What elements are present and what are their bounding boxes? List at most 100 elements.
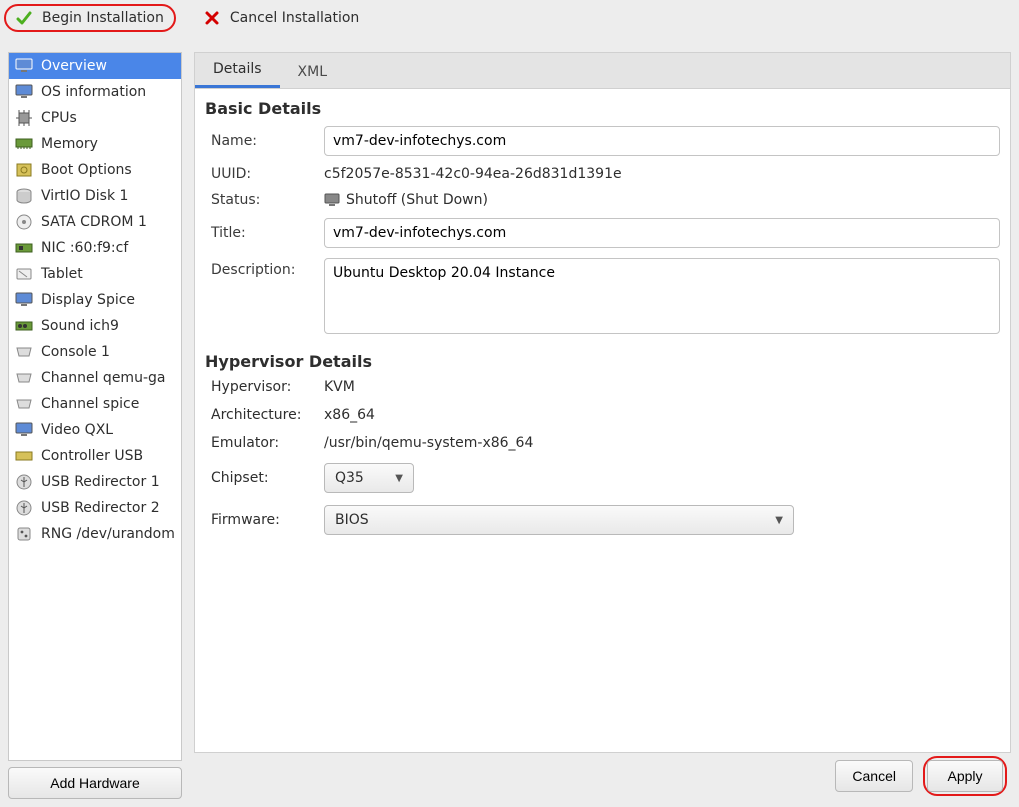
check-icon bbox=[16, 10, 32, 26]
begin-installation-label: Begin Installation bbox=[42, 10, 164, 26]
uuid-label: UUID: bbox=[211, 166, 316, 182]
usb-icon bbox=[15, 473, 33, 491]
main-panel: Details XML Basic Details Name: UUID: c5… bbox=[190, 44, 1019, 807]
sidebar-item-label: SATA CDROM 1 bbox=[41, 214, 147, 230]
status-text: Shutoff (Shut Down) bbox=[346, 192, 488, 208]
rng-icon bbox=[15, 525, 33, 543]
tablet-icon bbox=[15, 265, 33, 283]
sidebar-item-overview[interactable]: Overview bbox=[9, 53, 181, 79]
cpu-icon bbox=[15, 109, 33, 127]
hypervisor-label: Hypervisor: bbox=[211, 379, 316, 395]
serial-icon bbox=[15, 369, 33, 387]
sidebar: Overview OS information CPUs Memory Boot Opt… bbox=[0, 44, 190, 807]
sidebar-item-label: Controller USB bbox=[41, 448, 143, 464]
sidebar-item-controller-usb[interactable]: Controller USB bbox=[9, 443, 181, 469]
toolbar: Begin Installation Cancel Installation bbox=[0, 0, 1019, 44]
monitor-icon bbox=[15, 421, 33, 439]
monitor-icon bbox=[15, 83, 33, 101]
chipset-label: Chipset: bbox=[211, 470, 316, 486]
serial-icon bbox=[15, 395, 33, 413]
status-value: Shutoff (Shut Down) bbox=[324, 192, 1000, 208]
hardware-list: Overview OS information CPUs Memory Boot Opt… bbox=[8, 52, 182, 761]
firmware-label: Firmware: bbox=[211, 512, 316, 528]
sidebar-item-label: Boot Options bbox=[41, 162, 132, 178]
cancel-installation-label: Cancel Installation bbox=[230, 10, 359, 26]
apply-button[interactable]: Apply bbox=[927, 760, 1003, 792]
sidebar-item-channel-spice[interactable]: Channel spice bbox=[9, 391, 181, 417]
sidebar-item-label: Tablet bbox=[41, 266, 83, 282]
sidebar-item-video-qxl[interactable]: Video QXL bbox=[9, 417, 181, 443]
sidebar-item-sound-ich9[interactable]: Sound ich9 bbox=[9, 313, 181, 339]
sound-icon bbox=[15, 317, 33, 335]
sidebar-item-tablet[interactable]: Tablet bbox=[9, 261, 181, 287]
sidebar-item-label: Overview bbox=[41, 58, 107, 74]
monitor-icon bbox=[324, 193, 340, 207]
boot-icon bbox=[15, 161, 33, 179]
chevron-down-icon: ▼ bbox=[395, 473, 403, 484]
footer: Cancel Apply bbox=[194, 753, 1011, 799]
tab-xml[interactable]: XML bbox=[280, 55, 345, 88]
sidebar-item-display-spice[interactable]: Display Spice bbox=[9, 287, 181, 313]
usbctl-icon bbox=[15, 447, 33, 465]
cancel-installation-button[interactable]: Cancel Installation bbox=[194, 6, 369, 30]
sidebar-item-usb-redirector-1[interactable]: USB Redirector 1 bbox=[9, 469, 181, 495]
tab-details[interactable]: Details bbox=[195, 52, 280, 88]
ram-icon bbox=[15, 135, 33, 153]
emulator-value: /usr/bin/qemu-system-x86_64 bbox=[324, 435, 1000, 451]
hypervisor-details-heading: Hypervisor Details bbox=[205, 352, 1000, 371]
sidebar-item-cpus[interactable]: CPUs bbox=[9, 105, 181, 131]
title-label: Title: bbox=[211, 225, 316, 241]
sidebar-item-label: Channel spice bbox=[41, 396, 139, 412]
name-input[interactable] bbox=[324, 126, 1000, 156]
sidebar-item-memory[interactable]: Memory bbox=[9, 131, 181, 157]
monitor-icon bbox=[15, 57, 33, 75]
sidebar-item-label: Display Spice bbox=[41, 292, 135, 308]
emulator-label: Emulator: bbox=[211, 435, 316, 451]
hypervisor-value: KVM bbox=[324, 379, 1000, 395]
begin-installation-button[interactable]: Begin Installation bbox=[4, 4, 176, 32]
details-panel: Basic Details Name: UUID: c5f2057e-8531-… bbox=[194, 88, 1011, 753]
add-hardware-button[interactable]: Add Hardware bbox=[8, 767, 182, 799]
nic-icon bbox=[15, 239, 33, 257]
description-textarea[interactable] bbox=[324, 258, 1000, 334]
sidebar-item-label: VirtIO Disk 1 bbox=[41, 188, 128, 204]
sidebar-item-label: USB Redirector 1 bbox=[41, 474, 160, 490]
usb-icon bbox=[15, 499, 33, 517]
title-input[interactable] bbox=[324, 218, 1000, 248]
firmware-value: BIOS bbox=[335, 512, 369, 528]
sidebar-item-label: RNG /dev/urandom bbox=[41, 526, 175, 542]
sidebar-item-nic-60-f9-cf[interactable]: NIC :60:f9:cf bbox=[9, 235, 181, 261]
serial-icon bbox=[15, 343, 33, 361]
sidebar-item-label: Sound ich9 bbox=[41, 318, 119, 334]
apply-highlight: Apply bbox=[923, 756, 1007, 796]
cancel-button[interactable]: Cancel bbox=[835, 760, 913, 792]
status-label: Status: bbox=[211, 192, 316, 208]
cdrom-icon bbox=[15, 213, 33, 231]
sidebar-item-label: Memory bbox=[41, 136, 98, 152]
sidebar-item-label: CPUs bbox=[41, 110, 77, 126]
chipset-value: Q35 bbox=[335, 470, 364, 486]
sidebar-item-label: USB Redirector 2 bbox=[41, 500, 160, 516]
name-label: Name: bbox=[211, 133, 316, 149]
sidebar-item-boot-options[interactable]: Boot Options bbox=[9, 157, 181, 183]
sidebar-item-usb-redirector-2[interactable]: USB Redirector 2 bbox=[9, 495, 181, 521]
sidebar-item-console-1[interactable]: Console 1 bbox=[9, 339, 181, 365]
chipset-dropdown[interactable]: Q35 ▼ bbox=[324, 463, 414, 493]
sidebar-item-label: OS information bbox=[41, 84, 146, 100]
sidebar-item-virtio-disk-1[interactable]: VirtIO Disk 1 bbox=[9, 183, 181, 209]
tabs: Details XML bbox=[194, 52, 1011, 88]
description-label: Description: bbox=[211, 258, 316, 278]
sidebar-item-rng-dev-urandom[interactable]: RNG /dev/urandom bbox=[9, 521, 181, 547]
sidebar-item-channel-qemu-ga[interactable]: Channel qemu-ga bbox=[9, 365, 181, 391]
firmware-dropdown[interactable]: BIOS ▼ bbox=[324, 505, 794, 535]
uuid-value: c5f2057e-8531-42c0-94ea-26d831d1391e bbox=[324, 166, 1000, 182]
sidebar-item-label: Channel qemu-ga bbox=[41, 370, 165, 386]
sidebar-item-os-information[interactable]: OS information bbox=[9, 79, 181, 105]
monitor-icon bbox=[15, 291, 33, 309]
sidebar-item-label: Video QXL bbox=[41, 422, 113, 438]
basic-details-heading: Basic Details bbox=[205, 99, 1000, 118]
sidebar-item-sata-cdrom-1[interactable]: SATA CDROM 1 bbox=[9, 209, 181, 235]
sidebar-item-label: NIC :60:f9:cf bbox=[41, 240, 128, 256]
chevron-down-icon: ▼ bbox=[775, 515, 783, 526]
disk-icon bbox=[15, 187, 33, 205]
